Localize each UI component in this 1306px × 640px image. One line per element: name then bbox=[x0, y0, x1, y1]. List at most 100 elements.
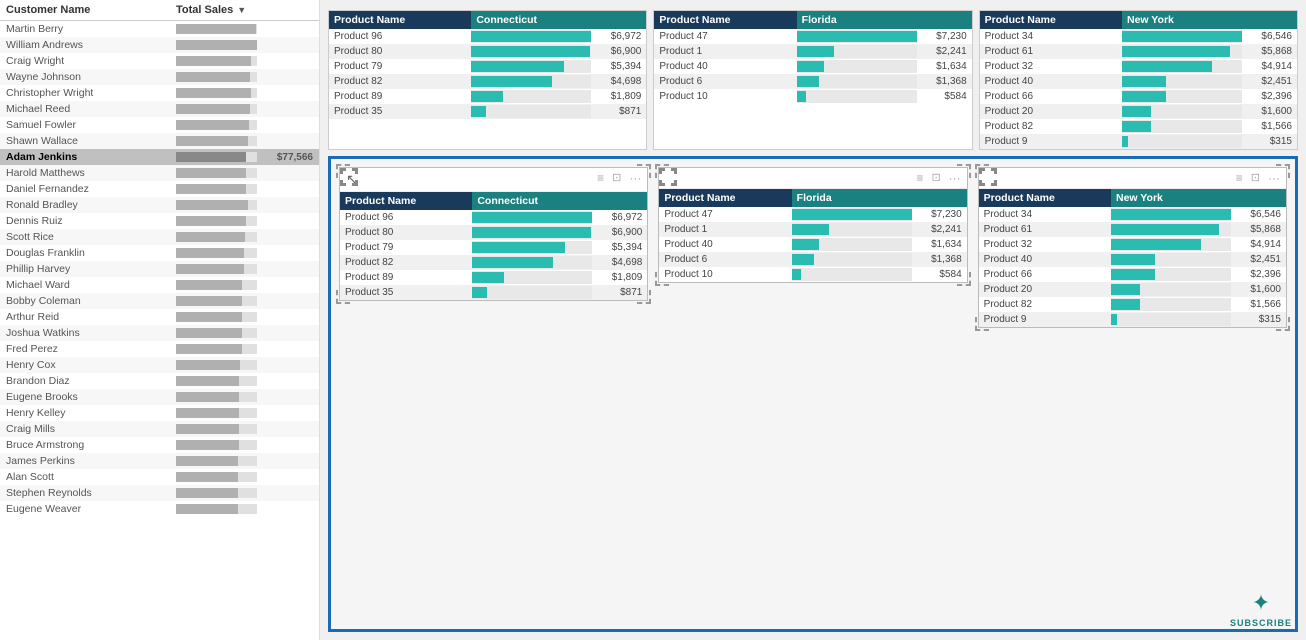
bar-background bbox=[792, 268, 912, 281]
bar-background bbox=[471, 60, 591, 73]
product-name-cell: Product 6 bbox=[659, 252, 791, 267]
chart-row: Product 35 $871 bbox=[340, 285, 647, 300]
value-cell: $1,566 bbox=[1231, 297, 1286, 312]
customer-bar-cell bbox=[176, 456, 313, 466]
table-row[interactable]: Martin Berry bbox=[0, 21, 319, 37]
image-icon[interactable]: ⊡ bbox=[1251, 171, 1260, 185]
value-cell: $1,368 bbox=[917, 74, 972, 89]
table-row[interactable]: Dennis Ruiz bbox=[0, 213, 319, 229]
table-row[interactable]: Brandon Diaz bbox=[0, 373, 319, 389]
bar-fill bbox=[797, 46, 834, 57]
table-row[interactable]: Bobby Coleman bbox=[0, 293, 319, 309]
bar-fill bbox=[176, 472, 238, 482]
table-row[interactable]: Arthur Reid bbox=[0, 309, 319, 325]
table-row[interactable]: Samuel Fowler bbox=[0, 117, 319, 133]
image-icon[interactable]: ⊡ bbox=[612, 171, 621, 188]
subscribe-button[interactable]: ✦ SUBSCRIBE bbox=[1230, 590, 1292, 628]
bar-fill bbox=[1122, 121, 1151, 132]
bar-cell bbox=[1122, 74, 1242, 89]
bar-fill bbox=[797, 31, 917, 42]
chart-row: Product 89 $1,809 bbox=[329, 89, 646, 104]
table-row[interactable]: Craig Wright bbox=[0, 53, 319, 69]
table-row[interactable]: Bruce Armstrong bbox=[0, 437, 319, 453]
chart-row: Product 40 $2,451 bbox=[980, 74, 1297, 89]
table-row[interactable]: Joshua Watkins bbox=[0, 325, 319, 341]
product-name-cell: Product 6 bbox=[654, 74, 796, 89]
bar-cell bbox=[1111, 312, 1231, 327]
product-name-cell: Product 82 bbox=[980, 119, 1122, 134]
table-row[interactable]: Douglas Franklin bbox=[0, 245, 319, 261]
chart-row: Product 40 $2,451 bbox=[979, 252, 1286, 267]
bar-background bbox=[176, 472, 257, 482]
chart-row: Product 6 $1,368 bbox=[659, 252, 966, 267]
top-charts-row: Product Name Connecticut Product 96 $6,9… bbox=[320, 0, 1306, 156]
chart-row: Product 9 $315 bbox=[980, 134, 1297, 149]
bar-background bbox=[176, 456, 257, 466]
customer-name-header: Customer Name bbox=[6, 4, 176, 16]
table-row[interactable]: Craig Mills bbox=[0, 421, 319, 437]
total-sales-header[interactable]: Total Sales ▼ bbox=[176, 4, 313, 16]
sort-icon[interactable]: ▼ bbox=[237, 5, 247, 15]
bar-cell bbox=[1111, 297, 1231, 312]
table-row[interactable]: Scott Rice bbox=[0, 229, 319, 245]
bar-fill bbox=[176, 424, 239, 434]
table-row[interactable]: Stephen Reynolds bbox=[0, 485, 319, 501]
corner-tl bbox=[336, 164, 350, 178]
corner-tr bbox=[637, 164, 651, 178]
product-name-cell: Product 32 bbox=[980, 59, 1122, 74]
top-chart-newyork-top: Product Name New York Product 34 $6,546 … bbox=[979, 10, 1298, 150]
table-row[interactable]: Wayne Johnson bbox=[0, 69, 319, 85]
chart-row: Product 96 $6,972 bbox=[340, 210, 647, 225]
bar-fill bbox=[797, 61, 825, 72]
bar-fill bbox=[176, 152, 246, 162]
bar-cell bbox=[472, 285, 592, 300]
bar-background bbox=[1111, 253, 1231, 266]
bar-background bbox=[176, 296, 257, 306]
hamburger-icon[interactable]: ≡ bbox=[916, 171, 923, 185]
table-row[interactable]: Shawn Wallace bbox=[0, 133, 319, 149]
table-row[interactable]: Henry Kelley bbox=[0, 405, 319, 421]
table-row[interactable]: Daniel Fernandez bbox=[0, 181, 319, 197]
bar-fill bbox=[472, 272, 503, 283]
hamburger-icon[interactable]: ≡ bbox=[597, 171, 604, 188]
customer-name-cell: Scott Rice bbox=[6, 231, 176, 243]
chart-row: Product 47 $7,230 bbox=[659, 207, 966, 222]
table-row[interactable]: Eugene Brooks bbox=[0, 389, 319, 405]
product-name-cell: Product 1 bbox=[654, 44, 796, 59]
table-row[interactable]: Harold Matthews bbox=[0, 165, 319, 181]
table-row[interactable]: Eugene Weaver bbox=[0, 501, 319, 517]
table-row[interactable]: Fred Perez bbox=[0, 341, 319, 357]
corner-br bbox=[957, 272, 971, 286]
table-row[interactable]: Christopher Wright bbox=[0, 85, 319, 101]
table-row[interactable]: Michael Ward bbox=[0, 277, 319, 293]
table-row[interactable]: William Andrews bbox=[0, 37, 319, 53]
chart-row: Product 61 $5,868 bbox=[979, 222, 1286, 237]
table-row[interactable]: Ronald Bradley bbox=[0, 197, 319, 213]
table-row[interactable]: Adam Jenkins $77,566 bbox=[0, 149, 319, 165]
hamburger-icon[interactable]: ≡ bbox=[1236, 171, 1243, 185]
table-row[interactable]: Henry Cox bbox=[0, 357, 319, 373]
bar-cell bbox=[797, 59, 917, 74]
bar-fill bbox=[1111, 239, 1201, 250]
bar-background bbox=[176, 248, 257, 258]
customer-name-cell: Michael Reed bbox=[6, 103, 176, 115]
table-row[interactable]: Phillip Harvey bbox=[0, 261, 319, 277]
image-icon[interactable]: ⊡ bbox=[931, 171, 940, 185]
customer-name-cell: Eugene Brooks bbox=[6, 391, 176, 403]
customer-name-cell: Martin Berry bbox=[6, 23, 176, 35]
table-row[interactable]: Michael Reed bbox=[0, 101, 319, 117]
bar-fill bbox=[1122, 46, 1230, 57]
table-row[interactable]: James Perkins bbox=[0, 453, 319, 469]
value-cell: $1,600 bbox=[1231, 282, 1286, 297]
customer-bar-cell bbox=[176, 488, 313, 498]
chart-row: Product 34 $6,546 bbox=[979, 207, 1286, 222]
customer-name-cell: Bruce Armstrong bbox=[6, 439, 176, 451]
product-name-cell: Product 35 bbox=[340, 285, 472, 300]
bottom-chart-wrapper-newyork-bottom: ≡⊡··· Product Name New York Product 34 $… bbox=[978, 167, 1287, 328]
top-chart-connecticut-top: Product Name Connecticut Product 96 $6,9… bbox=[328, 10, 647, 150]
customer-name-cell: Joshua Watkins bbox=[6, 327, 176, 339]
bar-fill bbox=[176, 136, 248, 146]
product-name-cell: Product 80 bbox=[340, 225, 472, 240]
bar-cell bbox=[472, 270, 592, 285]
table-row[interactable]: Alan Scott bbox=[0, 469, 319, 485]
